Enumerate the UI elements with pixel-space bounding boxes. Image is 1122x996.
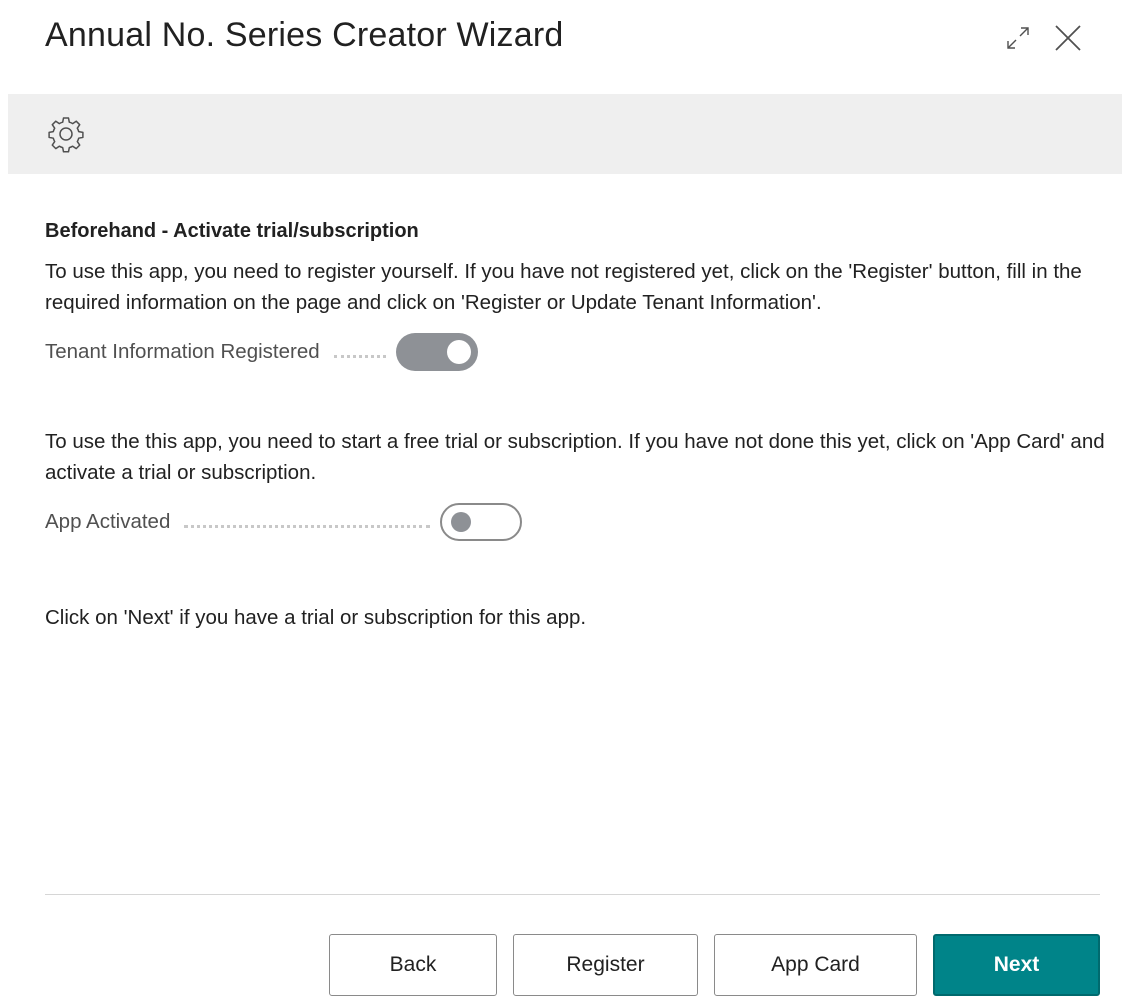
toggle-knob xyxy=(446,340,471,364)
tenant-registered-field: Tenant Information Registered xyxy=(45,330,1105,374)
step-heading: Beforehand - Activate trial/subscription xyxy=(45,220,419,242)
tenant-registered-label: Tenant Information Registered xyxy=(45,340,320,363)
activate-instructions: To use the this app, you need to start a… xyxy=(45,430,1105,484)
title-bar: Annual No. Series Creator Wizard xyxy=(0,0,1122,92)
app-activated-field: App Activated xyxy=(45,500,1105,544)
wizard-banner xyxy=(8,94,1122,174)
toggle-knob xyxy=(451,512,472,532)
wizard-dialog: Annual No. Series Creator Wizard Beforeh… xyxy=(0,0,1122,996)
app-activated-toggle[interactable] xyxy=(440,503,523,541)
footer-divider xyxy=(45,894,1100,895)
footer-actions: Back Register App Card Next xyxy=(313,934,1100,996)
next-instructions: Click on 'Next' if you have a trial or s… xyxy=(45,606,587,629)
back-button[interactable]: Back xyxy=(329,934,497,996)
title-actions xyxy=(988,18,1088,58)
wizard-content: Beforehand - Activate trial/subscription… xyxy=(45,214,1105,633)
page-title: Annual No. Series Creator Wizard xyxy=(45,16,564,54)
register-instructions: To use this app, you need to register yo… xyxy=(45,260,1082,314)
close-icon[interactable] xyxy=(1048,18,1088,58)
app-card-button[interactable]: App Card xyxy=(714,934,917,996)
next-button[interactable]: Next xyxy=(933,934,1100,996)
field-leader-dots xyxy=(333,354,386,358)
field-leader-dots xyxy=(184,524,431,528)
app-activated-label: App Activated xyxy=(45,510,171,533)
expand-icon[interactable] xyxy=(998,18,1038,58)
gear-icon xyxy=(46,114,86,154)
register-button[interactable]: Register xyxy=(513,934,698,996)
tenant-registered-toggle[interactable] xyxy=(395,333,478,371)
